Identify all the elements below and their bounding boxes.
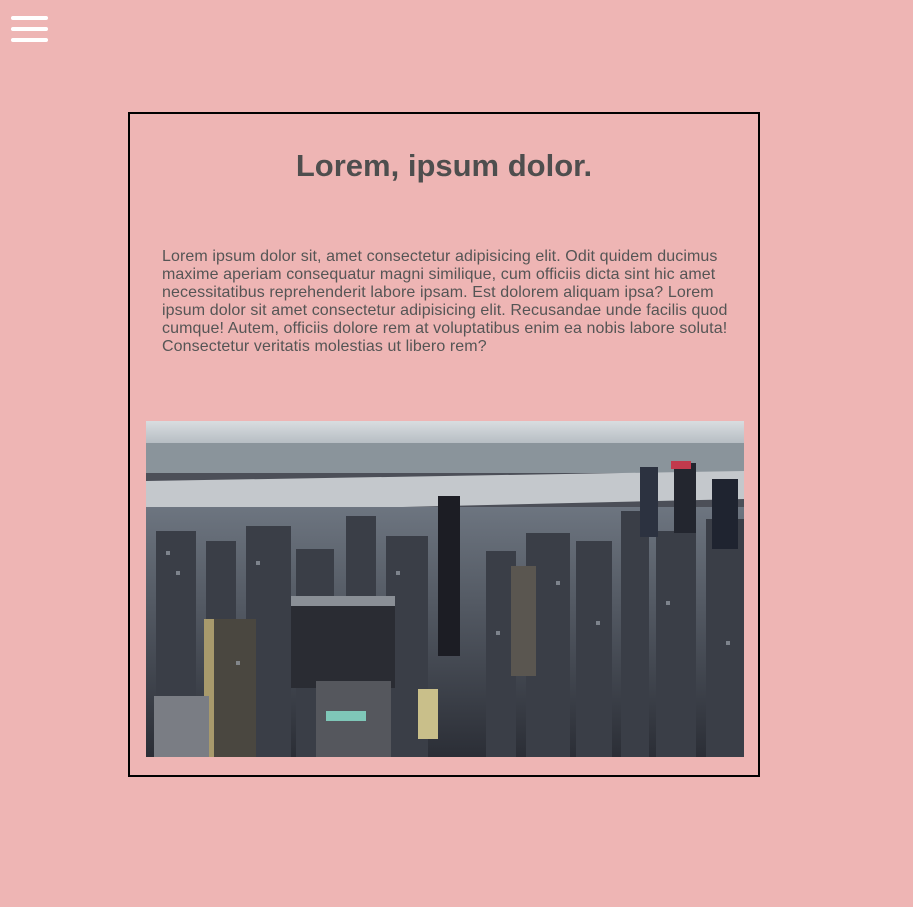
content-card: Lorem, ipsum dolor. Lorem ipsum dolor si… (128, 112, 760, 777)
card-title: Lorem, ipsum dolor. (295, 148, 593, 183)
card-body-text: Lorem ipsum dolor sit, amet consectetur … (162, 248, 728, 355)
hamburger-menu-icon[interactable] (11, 16, 49, 44)
city-skyline-image (146, 421, 744, 757)
menu-bar-bottom (11, 38, 48, 42)
menu-bar-middle (11, 27, 48, 31)
menu-bar-top (11, 16, 48, 20)
